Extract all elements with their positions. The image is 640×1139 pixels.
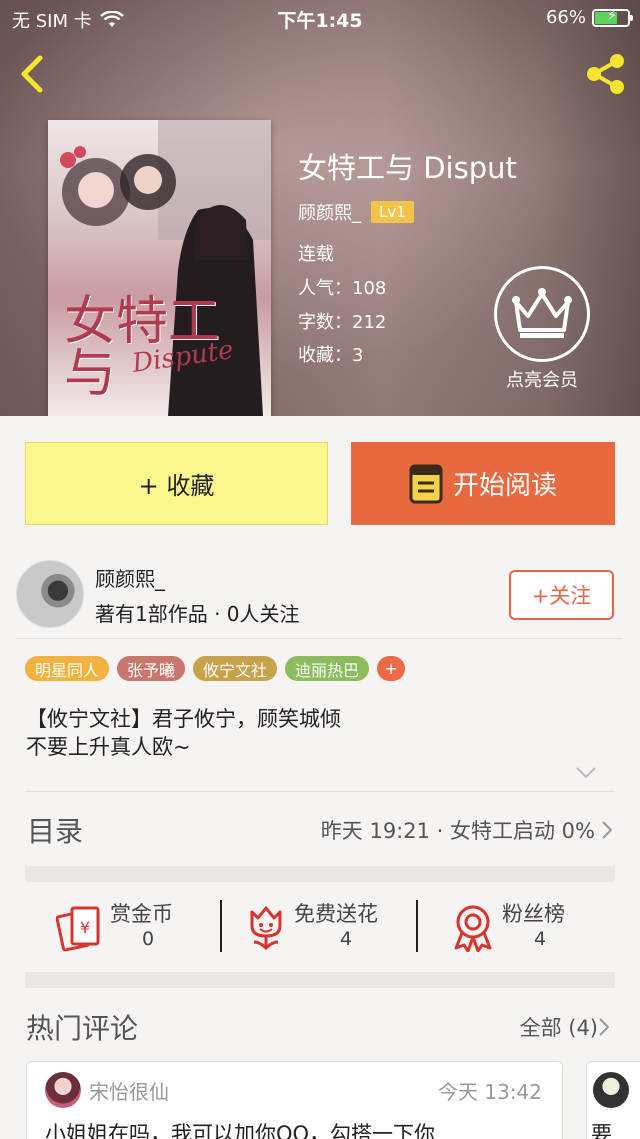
tag-item[interactable]: 迪丽热巴 xyxy=(285,656,370,681)
follow-button[interactable]: +关注 xyxy=(509,570,614,620)
vip-button[interactable]: 点亮会员 xyxy=(494,266,590,391)
stat-label: 赏金币 xyxy=(110,902,173,926)
catalog-title: 目录 xyxy=(27,815,84,848)
comment-text: 要 xyxy=(591,1122,612,1139)
intro-line: 不要上升真人欧~ xyxy=(26,735,191,759)
popularity: 人气：108 xyxy=(298,278,387,299)
tag-item[interactable]: 攸宁文社 xyxy=(193,656,278,681)
commenter-name[interactable]: 宋怡很仙 xyxy=(89,1076,169,1105)
chevron-down-icon[interactable] xyxy=(575,766,597,780)
add-tag-button[interactable]: + xyxy=(377,656,406,681)
chevron-right-icon[interactable] xyxy=(598,1017,610,1037)
book-author[interactable]: 顾颜熙_ xyxy=(298,199,361,225)
vip-label: 点亮会员 xyxy=(506,370,578,391)
all-comments-link[interactable]: 全部 (4) xyxy=(520,1012,598,1042)
commenter-avatar[interactable] xyxy=(45,1072,81,1108)
stat-value: 0 xyxy=(142,928,155,950)
status-bar: 无 SIM 卡 下午1:45 66% ⚡ xyxy=(0,0,640,36)
comment-time: 今天 13:42 xyxy=(438,1080,542,1104)
svg-text:¥: ¥ xyxy=(80,918,90,937)
flower-icon xyxy=(250,906,282,951)
battery-icon: ⚡ xyxy=(592,8,633,27)
stat-divider xyxy=(416,900,418,952)
stat-value: 4 xyxy=(534,928,547,950)
book-header: 无 SIM 卡 下午1:45 66% ⚡ 女特工 与 Dispute 女特工与 … xyxy=(0,0,640,416)
catalog-row[interactable]: 目录 昨天 19:21 · 女特工启动 0% xyxy=(25,792,615,864)
author-name[interactable]: 顾颜熙_ xyxy=(95,563,165,592)
comment-card[interactable]: 宋怡很仙 今天 13:42 小姐姐在吗，我可以加你QQ，勾搭一下你 xyxy=(26,1061,563,1139)
collect-button[interactable]: + 收藏 xyxy=(25,442,328,525)
red-envelope-icon: ¥ xyxy=(56,906,100,952)
comment-card[interactable]: 要 xyxy=(586,1061,640,1139)
section-separator xyxy=(25,972,615,988)
book-intro: 【攸宁文社】君子攸宁，顾笑城倾 不要上升真人欧~ xyxy=(26,705,341,761)
serial-status: 连载 xyxy=(298,244,334,265)
author-stats: 著有1部作品 · 0人关注 xyxy=(95,602,300,626)
commenter-avatar[interactable] xyxy=(593,1072,629,1108)
start-reading-button[interactable]: 开始阅读 xyxy=(351,442,615,525)
stat-label: 免费送花 xyxy=(294,902,378,926)
stat-label: 粉丝榜 xyxy=(502,902,565,926)
tag-item[interactable]: 张予曦 xyxy=(117,656,186,681)
send-flowers[interactable]: 免费送花 4 xyxy=(244,896,404,958)
stat-divider xyxy=(220,900,222,952)
battery-percent: 66% xyxy=(545,7,586,28)
award-ribbon-icon xyxy=(454,905,492,952)
intro-line: 【攸宁文社】君子攸宁，顾笑城倾 xyxy=(26,707,341,731)
reward-coins[interactable]: ¥ 赏金币 0 xyxy=(56,896,206,958)
back-arrow-icon[interactable] xyxy=(14,54,50,94)
book-icon xyxy=(409,464,443,503)
crown-icon xyxy=(512,288,572,338)
favorite-count: 收藏：3 xyxy=(298,345,364,366)
stat-value: 4 xyxy=(340,928,353,950)
tag-list: 明星同人 张予曦 攸宁文社 迪丽热巴 + xyxy=(25,656,406,681)
share-icon[interactable] xyxy=(584,52,628,96)
chevron-right-icon xyxy=(602,821,613,839)
book-cover[interactable]: 女特工与 Dispute xyxy=(48,120,271,416)
latest-chapter-info: 昨天 19:21 · 女特工启动 0% xyxy=(320,819,595,843)
level-badge: Lv1 xyxy=(371,201,414,223)
hot-comments-title: 热门评论 xyxy=(26,1012,139,1045)
tag-item[interactable]: 明星同人 xyxy=(25,656,110,681)
divider xyxy=(16,638,622,639)
start-reading-label: 开始阅读 xyxy=(452,471,557,501)
comment-text: 小姐姐在吗，我可以加你QQ，勾搭一下你 xyxy=(45,1122,436,1139)
fan-ranking[interactable]: 粉丝榜 4 xyxy=(452,896,592,958)
author-avatar[interactable] xyxy=(16,560,84,628)
book-title: 女特工与 Disput xyxy=(298,151,517,185)
section-separator xyxy=(25,866,615,882)
clock: 下午1:45 xyxy=(277,10,363,32)
word-count: 字数：212 xyxy=(298,312,387,333)
